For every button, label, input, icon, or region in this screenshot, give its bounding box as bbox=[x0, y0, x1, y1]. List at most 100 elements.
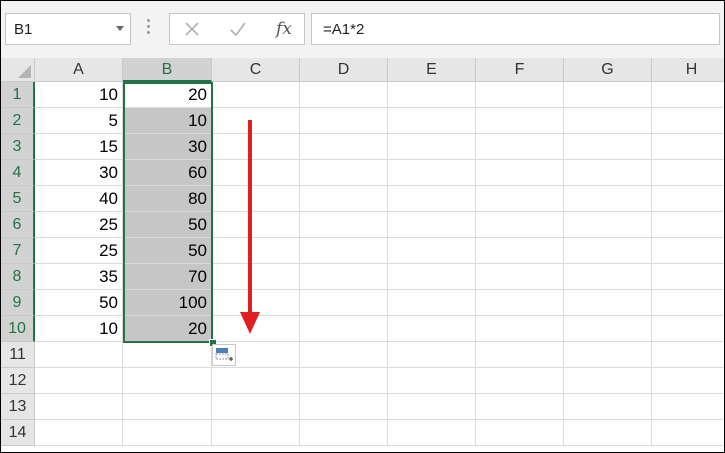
cell-e2[interactable] bbox=[388, 108, 476, 134]
cell-e3[interactable] bbox=[388, 134, 476, 160]
cell-a12[interactable] bbox=[35, 368, 123, 394]
cell-d14[interactable] bbox=[300, 420, 388, 446]
cell-f3[interactable] bbox=[476, 134, 564, 160]
cell-b12[interactable] bbox=[123, 368, 212, 394]
column-header-h[interactable]: H bbox=[652, 58, 724, 82]
row-header-13[interactable]: 13 bbox=[1, 394, 35, 420]
row-header-7[interactable]: 7 bbox=[1, 238, 35, 264]
cell-a9[interactable]: 50 bbox=[35, 290, 123, 316]
row-header-10[interactable]: 10 bbox=[1, 316, 35, 342]
cell-e10[interactable] bbox=[388, 316, 476, 342]
cell-a10[interactable]: 10 bbox=[35, 316, 123, 342]
cell-h6[interactable] bbox=[652, 212, 724, 238]
cell-c1[interactable] bbox=[212, 82, 300, 108]
cell-h11[interactable] bbox=[652, 342, 724, 368]
check-icon[interactable] bbox=[218, 14, 258, 44]
cell-h1[interactable] bbox=[652, 82, 724, 108]
cell-h9[interactable] bbox=[652, 290, 724, 316]
cell-g10[interactable] bbox=[564, 316, 652, 342]
cell-h5[interactable] bbox=[652, 186, 724, 212]
row-header-6[interactable]: 6 bbox=[1, 212, 35, 238]
cell-d10[interactable] bbox=[300, 316, 388, 342]
cell-h14[interactable] bbox=[652, 420, 724, 446]
cell-h12[interactable] bbox=[652, 368, 724, 394]
cell-e14[interactable] bbox=[388, 420, 476, 446]
drag-handle-icon[interactable] bbox=[147, 19, 151, 41]
cell-a13[interactable] bbox=[35, 394, 123, 420]
cell-d13[interactable] bbox=[300, 394, 388, 420]
row-header-3[interactable]: 3 bbox=[1, 134, 35, 160]
cell-h2[interactable] bbox=[652, 108, 724, 134]
cell-g3[interactable] bbox=[564, 134, 652, 160]
cell-d11[interactable] bbox=[300, 342, 388, 368]
cell-a14[interactable] bbox=[35, 420, 123, 446]
cell-g4[interactable] bbox=[564, 160, 652, 186]
cell-g8[interactable] bbox=[564, 264, 652, 290]
cell-c13[interactable] bbox=[212, 394, 300, 420]
column-header-b[interactable]: B bbox=[123, 58, 212, 82]
cell-b6[interactable]: 50 bbox=[123, 212, 212, 238]
cell-d5[interactable] bbox=[300, 186, 388, 212]
cell-b3[interactable]: 30 bbox=[123, 134, 212, 160]
formula-input[interactable]: =A1*2 bbox=[311, 13, 720, 45]
cell-h8[interactable] bbox=[652, 264, 724, 290]
column-header-g[interactable]: G bbox=[564, 58, 652, 82]
cell-f11[interactable] bbox=[476, 342, 564, 368]
cell-f13[interactable] bbox=[476, 394, 564, 420]
cell-b11[interactable] bbox=[123, 342, 212, 368]
cell-d1[interactable] bbox=[300, 82, 388, 108]
cell-e12[interactable] bbox=[388, 368, 476, 394]
cell-g6[interactable] bbox=[564, 212, 652, 238]
cell-e5[interactable] bbox=[388, 186, 476, 212]
cell-h10[interactable] bbox=[652, 316, 724, 342]
cell-c14[interactable] bbox=[212, 420, 300, 446]
cell-e8[interactable] bbox=[388, 264, 476, 290]
cell-g12[interactable] bbox=[564, 368, 652, 394]
cell-f2[interactable] bbox=[476, 108, 564, 134]
row-header-2[interactable]: 2 bbox=[1, 108, 35, 134]
column-header-a[interactable]: A bbox=[35, 58, 123, 82]
cell-b4[interactable]: 60 bbox=[123, 160, 212, 186]
cell-b7[interactable]: 50 bbox=[123, 238, 212, 264]
column-header-e[interactable]: E bbox=[388, 58, 476, 82]
cell-e1[interactable] bbox=[388, 82, 476, 108]
cell-f5[interactable] bbox=[476, 186, 564, 212]
select-all-button[interactable] bbox=[1, 58, 35, 82]
cell-a3[interactable]: 15 bbox=[35, 134, 123, 160]
cell-a11[interactable] bbox=[35, 342, 123, 368]
autofill-options-icon[interactable] bbox=[212, 344, 236, 366]
cell-a1[interactable]: 10 bbox=[35, 82, 123, 108]
cell-g2[interactable] bbox=[564, 108, 652, 134]
cell-h4[interactable] bbox=[652, 160, 724, 186]
cell-f12[interactable] bbox=[476, 368, 564, 394]
row-header-1[interactable]: 1 bbox=[1, 82, 35, 108]
cell-b1[interactable]: 20 bbox=[123, 82, 212, 108]
name-box[interactable]: B1 bbox=[5, 13, 131, 45]
cell-f7[interactable] bbox=[476, 238, 564, 264]
cell-f6[interactable] bbox=[476, 212, 564, 238]
cell-h7[interactable] bbox=[652, 238, 724, 264]
cell-a6[interactable]: 25 bbox=[35, 212, 123, 238]
cell-g7[interactable] bbox=[564, 238, 652, 264]
cell-g1[interactable] bbox=[564, 82, 652, 108]
cell-a4[interactable]: 30 bbox=[35, 160, 123, 186]
cell-e13[interactable] bbox=[388, 394, 476, 420]
column-header-c[interactable]: C bbox=[212, 58, 300, 82]
cell-g5[interactable] bbox=[564, 186, 652, 212]
cell-d9[interactable] bbox=[300, 290, 388, 316]
chevron-down-icon[interactable] bbox=[116, 26, 124, 31]
cell-h13[interactable] bbox=[652, 394, 724, 420]
cell-e9[interactable] bbox=[388, 290, 476, 316]
cell-f10[interactable] bbox=[476, 316, 564, 342]
cell-g13[interactable] bbox=[564, 394, 652, 420]
cell-a7[interactable]: 25 bbox=[35, 238, 123, 264]
row-header-5[interactable]: 5 bbox=[1, 186, 35, 212]
cell-d12[interactable] bbox=[300, 368, 388, 394]
cell-b5[interactable]: 80 bbox=[123, 186, 212, 212]
cell-a8[interactable]: 35 bbox=[35, 264, 123, 290]
cell-b10[interactable]: 20 bbox=[123, 316, 212, 342]
cell-d6[interactable] bbox=[300, 212, 388, 238]
cell-c12[interactable] bbox=[212, 368, 300, 394]
cell-f14[interactable] bbox=[476, 420, 564, 446]
row-header-4[interactable]: 4 bbox=[1, 160, 35, 186]
